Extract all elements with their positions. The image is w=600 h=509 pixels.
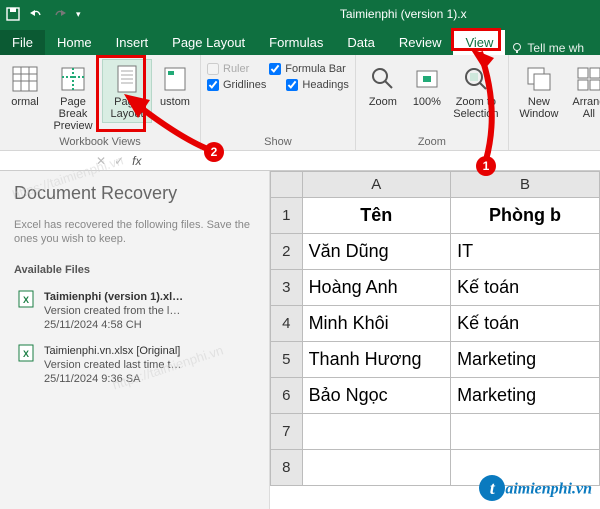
new-window-button[interactable]: NewWindow — [515, 59, 563, 123]
recovery-title: Document Recovery — [14, 183, 255, 204]
taimienphi-logo: taimienphi.vn — [479, 475, 592, 501]
cell[interactable]: Kế toán — [451, 306, 600, 342]
bulb-icon — [511, 42, 523, 54]
window-title: Taimienphi (version 1).x — [87, 7, 600, 21]
row-header[interactable]: 6 — [271, 378, 303, 414]
row-header[interactable]: 3 — [271, 270, 303, 306]
save-icon[interactable] — [6, 7, 20, 21]
available-files-label: Available Files — [14, 264, 255, 276]
recovery-subtitle: Excel has recovered the following files.… — [14, 218, 255, 246]
group-workbook-views: ormal Page BreakPreview PageLayout ustom… — [0, 55, 201, 150]
cell[interactable]: Phòng b — [451, 198, 600, 234]
group-show: Ruler Formula Bar Gridlines Headings Sho… — [201, 55, 356, 150]
ribbon-tabs: File Home Insert Page Layout Formulas Da… — [0, 28, 600, 55]
tab-home[interactable]: Home — [45, 30, 104, 55]
enter-icon[interactable]: ✓ — [114, 154, 124, 168]
tell-me[interactable]: Tell me wh — [505, 41, 590, 55]
spreadsheet-grid[interactable]: A B 1 Tên Phòng b 2Văn DũngIT 3Hoàng Anh… — [270, 171, 600, 509]
cell[interactable] — [302, 414, 451, 450]
fx-icon[interactable]: fx — [132, 154, 141, 168]
recovery-file-item[interactable]: X Taimienphi (version 1).xl… Version cre… — [14, 284, 255, 338]
tab-page-layout[interactable]: Page Layout — [160, 30, 257, 55]
svg-text:X: X — [23, 349, 29, 359]
zoom-to-selection-button[interactable]: Zoom toSelection — [450, 59, 502, 123]
excel-file-icon: X — [18, 290, 36, 332]
cell[interactable]: Tên — [302, 198, 451, 234]
cell[interactable]: Hoàng Anh — [302, 270, 451, 306]
cell[interactable]: Kế toán — [451, 270, 600, 306]
cell[interactable]: IT — [451, 234, 600, 270]
formula-bar: ✕ ✓ fx — [0, 151, 600, 171]
tab-data[interactable]: Data — [335, 30, 386, 55]
row-header[interactable]: 1 — [271, 198, 303, 234]
row-header[interactable]: 4 — [271, 306, 303, 342]
tab-review[interactable]: Review — [387, 30, 454, 55]
page-break-preview-button[interactable]: Page BreakPreview — [48, 59, 98, 123]
column-header-b[interactable]: B — [451, 172, 600, 198]
row-header[interactable]: 2 — [271, 234, 303, 270]
ruler-checkbox[interactable]: Ruler — [207, 63, 249, 75]
select-all-corner[interactable] — [271, 172, 303, 198]
tab-insert[interactable]: Insert — [104, 30, 161, 55]
zoom-to-selection-label: Zoom toSelection — [451, 96, 501, 120]
gridlines-checkbox[interactable]: Gridlines — [207, 79, 266, 91]
cell[interactable]: Thanh Hương — [302, 342, 451, 378]
page-layout-view-button[interactable]: PageLayout — [102, 59, 152, 123]
headings-checkbox[interactable]: Headings — [286, 79, 348, 91]
ribbon: ormal Page BreakPreview PageLayout ustom… — [0, 55, 600, 151]
arrange-all-button[interactable]: ArrangAll — [567, 59, 600, 123]
tab-view[interactable]: View — [453, 30, 505, 55]
qat-dropdown-icon[interactable]: ▾ — [76, 9, 81, 20]
zoom-100-button[interactable]: 100% — [408, 59, 446, 123]
undo-icon[interactable] — [28, 7, 44, 21]
row-header[interactable]: 8 — [271, 450, 303, 486]
cell[interactable]: Bảo Ngọc — [302, 378, 451, 414]
group-window: NewWindow ArrangAll — [509, 55, 600, 150]
title-bar: ▾ Taimienphi (version 1).x — [0, 0, 600, 28]
document-recovery-pane: Document Recovery Excel has recovered th… — [0, 171, 270, 509]
custom-views-button[interactable]: ustom — [156, 59, 194, 123]
row-header[interactable]: 7 — [271, 414, 303, 450]
group-zoom: Zoom 100% Zoom toSelection Zoom — [356, 55, 509, 150]
recovery-file-item[interactable]: X Taimienphi.vn.xlsx [Original] Version … — [14, 338, 255, 392]
arrange-all-label: ArrangAll — [568, 96, 600, 120]
cell[interactable] — [302, 450, 451, 486]
column-header-a[interactable]: A — [302, 172, 451, 198]
cell[interactable]: Minh Khôi — [302, 306, 451, 342]
cell[interactable]: Văn Dũng — [302, 234, 451, 270]
cell[interactable]: Marketing — [451, 378, 600, 414]
cell[interactable]: Marketing — [451, 342, 600, 378]
excel-file-icon: X — [18, 344, 36, 386]
row-header[interactable]: 5 — [271, 342, 303, 378]
tab-formulas[interactable]: Formulas — [257, 30, 335, 55]
new-window-label: NewWindow — [516, 96, 562, 120]
zoom-button[interactable]: Zoom — [362, 59, 404, 123]
tab-file[interactable]: File — [0, 30, 45, 55]
formula-bar-checkbox[interactable]: Formula Bar — [269, 63, 346, 75]
cell[interactable] — [451, 414, 600, 450]
redo-icon[interactable] — [52, 7, 68, 21]
cancel-icon[interactable]: ✕ — [96, 154, 106, 168]
page-layout-label: PageLayout — [103, 96, 151, 120]
page-break-label: Page BreakPreview — [49, 96, 97, 120]
svg-text:X: X — [23, 295, 29, 305]
normal-view-button[interactable]: ormal — [6, 59, 44, 123]
